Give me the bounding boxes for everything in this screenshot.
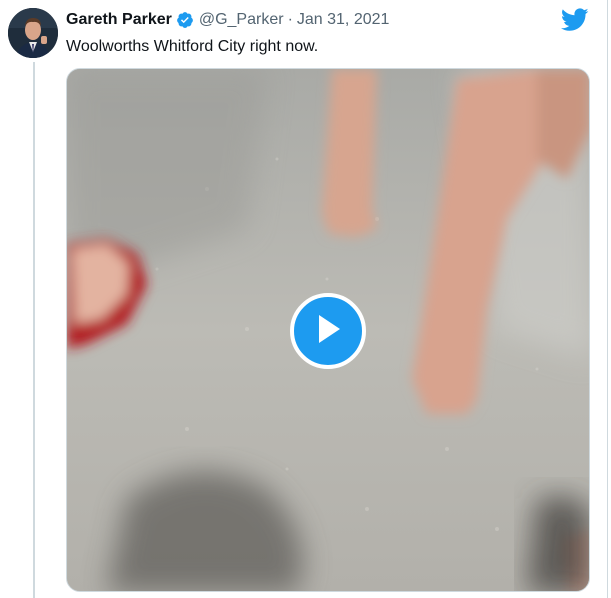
- tweet-header: Gareth Parker @G_Parker · Jan 31, 2021: [66, 9, 389, 31]
- thread-line: [33, 62, 35, 598]
- twitter-bird-icon[interactable]: [560, 8, 589, 32]
- tweet-date[interactable]: Jan 31, 2021: [297, 9, 390, 31]
- play-button[interactable]: [290, 293, 366, 369]
- separator-dot: ·: [287, 11, 293, 28]
- play-icon: [314, 313, 342, 350]
- author-handle[interactable]: @G_Parker: [199, 9, 284, 31]
- verified-badge-icon: [176, 11, 194, 29]
- video-thumbnail[interactable]: [66, 68, 590, 592]
- tweet-text: Woolworths Whitford City right now.: [66, 38, 319, 55]
- tweet-card: Gareth Parker @G_Parker · Jan 31, 2021 W…: [0, 0, 608, 598]
- author-name[interactable]: Gareth Parker: [66, 9, 172, 31]
- avatar[interactable]: [8, 8, 58, 58]
